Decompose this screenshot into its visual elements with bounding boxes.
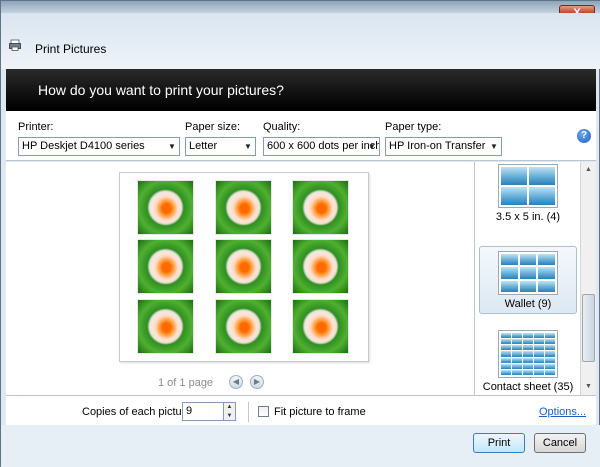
quality-select[interactable]: 600 x 600 dots per inch ▼ [263,137,380,156]
layout-item-3x5[interactable]: 3.5 x 5 in. (4) [479,164,577,228]
print-options-row: Printer: HP Deskjet D4100 series ▼ Paper… [6,111,596,161]
paper-size-value: Letter [189,140,218,152]
scroll-down-icon[interactable]: ▼ [581,379,596,395]
copies-bar: Copies of each picture: 9 ▲ ▼ Fit pictur… [6,395,596,425]
layout-thumbnail [498,330,558,378]
photo-thumbnail [137,239,194,294]
photo-thumbnail [137,180,194,235]
chevron-down-icon: ▼ [168,142,176,151]
page-count: 1 of 1 page [158,377,214,389]
photo-thumbnail [292,239,349,294]
dialog-footer: Print Cancel [1,425,600,467]
photo-thumbnail [137,299,194,354]
paper-size-select[interactable]: Letter ▼ [185,137,256,156]
copies-stepper[interactable]: ▲ ▼ [223,402,236,421]
layout-list: 3.5 x 5 in. (4) Wallet (9) Contact sheet… [474,162,596,395]
scroll-thumb[interactable] [582,294,595,362]
photo-thumbnail [215,239,272,294]
print-button[interactable]: Print [473,433,525,453]
divider [248,402,249,422]
previous-page-button[interactable]: ◀ [229,375,243,389]
chevron-down-icon: ▼ [244,142,252,151]
layout-item-contact-sheet[interactable]: Contact sheet (35) [479,330,577,394]
window-glass-frame: X [1,1,600,21]
printer-icon [9,39,21,51]
copies-label: Copies of each picture: [82,406,195,418]
window-title: Print Pictures [35,42,107,56]
printer-value: HP Deskjet D4100 series [22,140,145,152]
banner-question: How do you want to print your pictures? [38,82,284,98]
scroll-up-icon[interactable]: ▲ [581,162,596,178]
chevron-down-icon: ▼ [490,142,498,151]
copies-input[interactable]: 9 [182,402,224,421]
layout-thumbnail [498,251,558,295]
print-preview-area: 1 of 1 page ◀ ▶ [6,162,474,395]
layout-thumbnail [498,164,558,208]
layout-caption: Wallet (9) [504,298,552,310]
quality-label: Quality: [263,121,301,133]
fit-picture-label[interactable]: Fit picture to frame [274,406,366,418]
photo-thumbnail [215,299,272,354]
paper-type-label: Paper type: [385,121,442,133]
title-bar: Print Pictures [1,13,600,69]
layout-caption: Contact sheet (35) [482,381,574,393]
help-icon[interactable]: ? [577,129,591,143]
quality-value: 600 x 600 dots per inch [267,140,380,152]
chevron-down-icon: ▼ [368,142,376,151]
paper-size-label: Paper size: [185,121,241,133]
printer-label: Printer: [18,121,54,133]
preview-page [119,172,369,362]
photo-thumbnail [292,299,349,354]
photo-thumbnail [215,180,272,235]
paper-type-select[interactable]: HP Iron-on Transfer ▼ [385,137,502,156]
layout-scrollbar[interactable]: ▲ ▼ [580,162,596,395]
layout-caption: 3.5 x 5 in. (4) [495,211,561,223]
cancel-button[interactable]: Cancel [534,433,586,453]
next-page-button[interactable]: ▶ [250,375,264,389]
stepper-up-icon[interactable]: ▲ [224,403,235,412]
stepper-down-icon[interactable]: ▼ [224,412,235,421]
fit-picture-checkbox[interactable] [258,406,269,417]
layout-item-wallet[interactable]: Wallet (9) [479,246,577,314]
print-pictures-window: X Print Pictures How do you want to prin… [0,0,600,467]
printer-select[interactable]: HP Deskjet D4100 series ▼ [18,137,180,156]
photo-thumbnail [292,180,349,235]
paper-type-value: HP Iron-on Transfer [389,140,486,152]
header-banner: How do you want to print your pictures? [6,69,596,111]
options-link[interactable]: Options... [539,406,586,418]
